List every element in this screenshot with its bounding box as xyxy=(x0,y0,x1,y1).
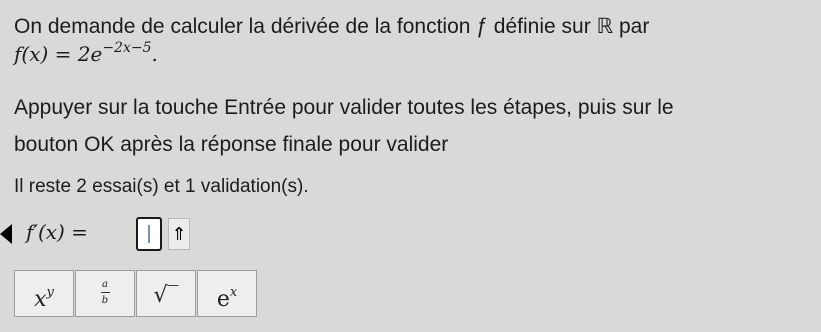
function-lhs: f(x) = 2e xyxy=(14,42,103,66)
function-exponent: −2x−5 xyxy=(102,40,152,56)
tries-remaining: Il reste 2 essai(s) et 1 validation(s). xyxy=(14,176,309,197)
fraction-denominator: b xyxy=(101,295,109,306)
power-base: x xyxy=(34,287,47,312)
fraction-numerator: a xyxy=(102,279,108,290)
sqrt-key[interactable]: √‾ xyxy=(136,270,196,317)
answer-input[interactable] xyxy=(136,217,162,251)
instruction-line-1: Appuyer sur la touche Entrée pour valide… xyxy=(14,96,674,119)
function-definition: f(x) = 2e−2x−5. xyxy=(14,40,158,66)
go-up-button[interactable]: ⇑ xyxy=(168,218,190,250)
exponential-key[interactable]: ex xyxy=(197,270,257,317)
power-exponent: y xyxy=(46,285,54,300)
answer-row: f′(x) = ⇑ xyxy=(0,214,300,254)
sqrt-icon: √‾ xyxy=(153,283,179,308)
math-keypad: xy a b √‾ ex xyxy=(14,270,258,317)
instruction-line-2: bouton OK après la réponse finale pour v… xyxy=(14,133,449,156)
text-cursor xyxy=(148,225,150,243)
derivative-label: f′(x) = xyxy=(26,220,88,244)
question-text: On demande de calculer la dérivée de la … xyxy=(14,15,650,38)
exp-exponent: x xyxy=(229,285,238,300)
fraction-icon: a b xyxy=(100,279,110,306)
fraction-key[interactable]: a b xyxy=(75,270,135,317)
triangle-marker-icon xyxy=(0,224,12,244)
double-up-arrow-icon: ⇑ xyxy=(171,224,187,244)
exp-base: e xyxy=(216,287,230,312)
power-key[interactable]: xy xyxy=(14,270,74,317)
function-end: . xyxy=(151,42,158,66)
